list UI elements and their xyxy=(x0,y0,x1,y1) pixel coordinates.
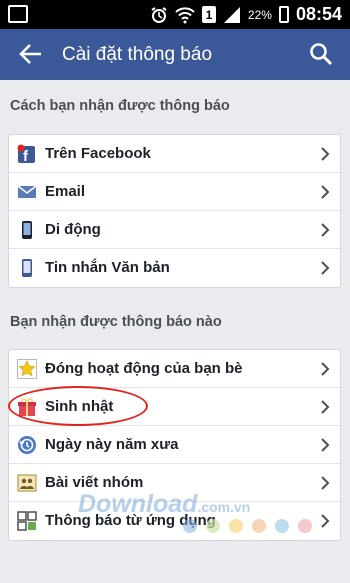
list-item-friends-activity[interactable]: Đóng hoạt động của bạn bè xyxy=(9,350,340,388)
clock: 08:54 xyxy=(295,4,342,24)
chevron-right-icon xyxy=(320,400,330,414)
notification-types-card: Đóng hoạt động của bạn bè Sinh nhật Ngày… xyxy=(8,349,341,541)
list-item-group-posts[interactable]: Bài viết nhóm xyxy=(9,464,340,502)
chevron-right-icon xyxy=(320,147,330,161)
chevron-right-icon xyxy=(320,514,330,528)
watermark-dot xyxy=(206,519,220,533)
battery-percentage: 22% xyxy=(247,7,272,22)
list-item-label: Di động xyxy=(45,221,101,238)
watermark-dot xyxy=(252,519,266,533)
watermark-dot xyxy=(229,519,243,533)
facebook-notification-icon: f xyxy=(17,144,37,165)
chevron-right-icon xyxy=(320,362,330,376)
sim-indicator: 1 xyxy=(201,6,216,23)
list-item-label: Ngày này năm xưa xyxy=(45,436,179,453)
search-icon[interactable] xyxy=(308,41,334,67)
back-arrow-icon[interactable] xyxy=(17,40,45,68)
watermark-dot xyxy=(183,519,197,533)
chevron-right-icon xyxy=(320,185,330,199)
list-item-label: Trên Facebook xyxy=(45,145,151,162)
chevron-right-icon xyxy=(320,223,330,237)
delivery-methods-card: f Trên Facebook Email Di động Tin nhắn V… xyxy=(8,134,341,288)
chevron-right-icon xyxy=(320,476,330,490)
watermark-dot xyxy=(298,519,312,533)
star-icon xyxy=(17,359,37,379)
watermark-dots xyxy=(183,519,312,533)
list-item-sms[interactable]: Tin nhắn Văn bản xyxy=(9,249,340,287)
group-posts-icon xyxy=(17,473,37,493)
battery-icon xyxy=(278,6,289,23)
gallery-notification-icon xyxy=(8,5,28,23)
email-icon xyxy=(17,182,37,202)
list-item-on-facebook[interactable]: f Trên Facebook xyxy=(9,135,340,173)
watermark-dot xyxy=(275,519,289,533)
list-item-label: Đóng hoạt động của bạn bè xyxy=(45,360,243,377)
signal-icon xyxy=(223,6,241,23)
list-item-label: Bài viết nhóm xyxy=(45,474,144,491)
app-notification-icon xyxy=(17,511,37,531)
status-bar: 1 22% 08:54 xyxy=(0,0,350,29)
highlight-ellipse xyxy=(8,386,148,426)
list-item-label: Tin nhắn Văn bản xyxy=(45,259,170,276)
wifi-icon xyxy=(175,6,195,24)
app-bar: Cài đặt thông báo xyxy=(0,29,350,80)
chevron-right-icon xyxy=(320,438,330,452)
alarm-icon xyxy=(150,6,168,24)
memories-icon xyxy=(17,435,37,455)
list-item-on-this-day[interactable]: Ngày này năm xưa xyxy=(9,426,340,464)
mobile-phone-icon xyxy=(17,220,37,240)
chevron-right-icon xyxy=(320,261,330,275)
list-item-email[interactable]: Email xyxy=(9,173,340,211)
sms-icon xyxy=(17,258,37,278)
section-title-types: Bạn nhận được thông báo nào xyxy=(10,314,222,330)
list-item-mobile[interactable]: Di động xyxy=(9,211,340,249)
list-item-label: Email xyxy=(45,183,86,200)
section-title-delivery: Cách bạn nhận được thông báo xyxy=(10,98,230,114)
page-title: Cài đặt thông báo xyxy=(62,44,213,65)
